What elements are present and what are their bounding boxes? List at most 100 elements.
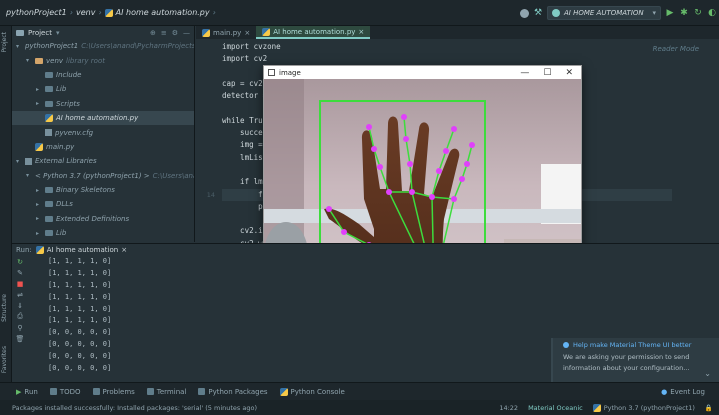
- rerun-icon[interactable]: ↻: [693, 8, 703, 18]
- project-panel-title[interactable]: Project: [28, 29, 52, 37]
- soft-wrap-icon[interactable]: ⇌: [16, 290, 25, 299]
- tree-item[interactable]: ▾ venv library root: [12, 53, 194, 67]
- locate-icon[interactable]: ⊕: [150, 29, 156, 37]
- chevron-down-icon[interactable]: ▾: [16, 43, 19, 50]
- tree-item[interactable]: ▸ Lib: [12, 226, 194, 240]
- chevron-right-icon[interactable]: ▸: [36, 230, 42, 237]
- tool-tab-run[interactable]: ▶ Run: [16, 388, 38, 396]
- run-tab[interactable]: AI home automation ×: [35, 245, 127, 254]
- tree-item[interactable]: ▾ pythonProject1 C:\Users\anand\PycharmPro…: [12, 39, 194, 53]
- breadcrumb-separator: ›: [98, 8, 102, 17]
- chevron-down-icon[interactable]: ▾: [16, 158, 22, 165]
- coverage-icon[interactable]: ◐: [707, 8, 717, 18]
- tree-item-label: Binary Skeletons: [56, 186, 115, 195]
- notification-popup[interactable]: Help make Material Theme UI better We ar…: [551, 338, 719, 382]
- favorites-tool-window-button[interactable]: Favorites: [1, 346, 8, 373]
- problems-icon: [92, 388, 100, 395]
- tool-tab-todo[interactable]: TODO: [49, 388, 81, 396]
- tool-tab-python-packages[interactable]: Python Packages: [198, 388, 268, 396]
- line-number: [196, 78, 218, 90]
- user-icon[interactable]: [520, 8, 529, 18]
- folder-icon: [45, 230, 53, 237]
- landmark-point: [403, 136, 409, 142]
- tree-item-label: Lib: [56, 85, 67, 94]
- project-tree: ▾ pythonProject1 C:\Users\anand\PycharmPro…: [12, 39, 194, 242]
- gear-icon[interactable]: ⚙: [172, 29, 178, 37]
- tree-item[interactable]: pyvenv.cfg: [12, 125, 194, 139]
- notification-title[interactable]: Help make Material Theme UI better: [573, 341, 691, 349]
- breadcrumb-project[interactable]: pythonProject1: [6, 8, 67, 17]
- chevron-right-icon[interactable]: ▸: [36, 187, 42, 194]
- hide-icon[interactable]: —: [183, 29, 190, 37]
- tab-main-py[interactable]: main.py ×: [196, 26, 256, 39]
- landmark-point: [429, 194, 435, 200]
- tool-tab-terminal[interactable]: Terminal: [146, 388, 186, 396]
- chevron-right-icon[interactable]: ▸: [36, 86, 42, 93]
- collapse-icon[interactable]: ≡: [161, 29, 167, 37]
- pin-icon[interactable]: ⚲: [16, 323, 25, 332]
- interpreter-selector[interactable]: Python 3.7 (pythonProject1): [592, 403, 695, 412]
- tree-item[interactable]: ▸ Scripts: [12, 97, 194, 111]
- chevron-right-icon[interactable]: ▸: [36, 215, 42, 222]
- tab-ai-home-automation[interactable]: AI home automation.py ×: [256, 26, 371, 39]
- build-hammer-icon[interactable]: ⚒: [533, 8, 543, 18]
- tree-item[interactable]: ▾ External Libraries: [12, 154, 194, 168]
- tool-tab-problems[interactable]: Problems: [92, 388, 135, 396]
- chevron-right-icon[interactable]: ▸: [36, 201, 42, 208]
- line-number: [196, 66, 218, 78]
- minimize-icon[interactable]: —: [520, 68, 529, 78]
- tree-item[interactable]: main.py: [12, 140, 194, 154]
- chevron-down-icon[interactable]: ▾: [26, 57, 32, 64]
- status-right: 14:22 Material Oceanic Python 3.7 (pytho…: [499, 403, 719, 412]
- tree-item[interactable]: AI home automation.py: [12, 110, 194, 126]
- wrench-icon[interactable]: ✎: [16, 268, 25, 277]
- tree-item[interactable]: ▸ Extended Definitions: [12, 212, 194, 226]
- close-icon[interactable]: ×: [358, 28, 364, 36]
- close-icon[interactable]: ×: [121, 246, 127, 254]
- theme-indicator[interactable]: Material Oceanic: [528, 404, 583, 412]
- chevron-down-icon[interactable]: ▾: [56, 29, 60, 37]
- tree-item[interactable]: Include: [12, 68, 194, 82]
- chevron-down-icon[interactable]: ▾: [26, 172, 29, 179]
- landmark-point: [341, 229, 347, 235]
- project-tool-window-button[interactable]: Project: [1, 32, 8, 53]
- lock-icon[interactable]: 🔒: [705, 404, 713, 412]
- tree-item[interactable]: ▸Python37 library root: [12, 240, 194, 242]
- python-console-icon: [279, 387, 288, 396]
- close-icon[interactable]: ×: [244, 29, 250, 37]
- tree-item[interactable]: ▸ Binary Skeletons: [12, 183, 194, 197]
- folder-icon: [45, 71, 53, 78]
- tool-tab-python-console[interactable]: Python Console: [279, 387, 345, 396]
- trash-icon[interactable]: 🗑: [16, 334, 25, 343]
- maximize-icon[interactable]: ☐: [543, 68, 551, 78]
- python-file-icon: [202, 28, 210, 37]
- tree-item[interactable]: ▸ DLLs: [12, 197, 194, 211]
- print-icon[interactable]: ⎙: [16, 312, 25, 321]
- chevron-down-icon[interactable]: ⌄: [704, 369, 711, 378]
- run-configuration-label: AI HOME AUTOMATION: [564, 9, 644, 17]
- scroll-to-end-icon[interactable]: ⇓: [16, 301, 25, 310]
- python-file-icon: [262, 27, 271, 36]
- tree-item-label: pyvenv.cfg: [55, 128, 94, 137]
- editor-tabs: main.py × AI home automation.py ×: [196, 26, 719, 39]
- run-configuration-select[interactable]: AI HOME AUTOMATION ▾: [547, 6, 661, 20]
- run-icon[interactable]: ▶: [665, 8, 675, 18]
- tree-item[interactable]: ▾ < Python 3.7 (pythonProject1) > C:\Users…: [12, 169, 194, 183]
- stop-icon[interactable]: ■: [16, 279, 25, 288]
- structure-tool-window-button[interactable]: Structure: [1, 294, 8, 322]
- rerun-icon[interactable]: ↻: [16, 257, 25, 266]
- status-message[interactable]: Packages installed successfully: Install…: [12, 404, 257, 412]
- breadcrumb-file[interactable]: AI home automation.py ›: [104, 8, 216, 17]
- chevron-right-icon[interactable]: ▸: [36, 100, 42, 107]
- event-log-button[interactable]: ● Event Log: [661, 388, 705, 396]
- tree-item-path: C:\Users\anand\PycharmProjects\python: [81, 42, 194, 51]
- caret-position[interactable]: 14:22: [499, 404, 518, 412]
- console-output[interactable]: [1, 1, 1, 1, 0] [1, 1, 1, 1, 0] [1, 1, 1, …: [48, 256, 111, 375]
- python-file-icon: [35, 142, 43, 151]
- close-icon[interactable]: ✕: [565, 68, 573, 78]
- breadcrumb-folder[interactable]: venv: [76, 8, 95, 17]
- image-window-titlebar[interactable]: image — ☐ ✕: [264, 66, 581, 79]
- tree-item[interactable]: ▸ Lib: [12, 82, 194, 96]
- line-number: 14: [206, 190, 215, 199]
- debug-icon[interactable]: ✱: [679, 8, 689, 18]
